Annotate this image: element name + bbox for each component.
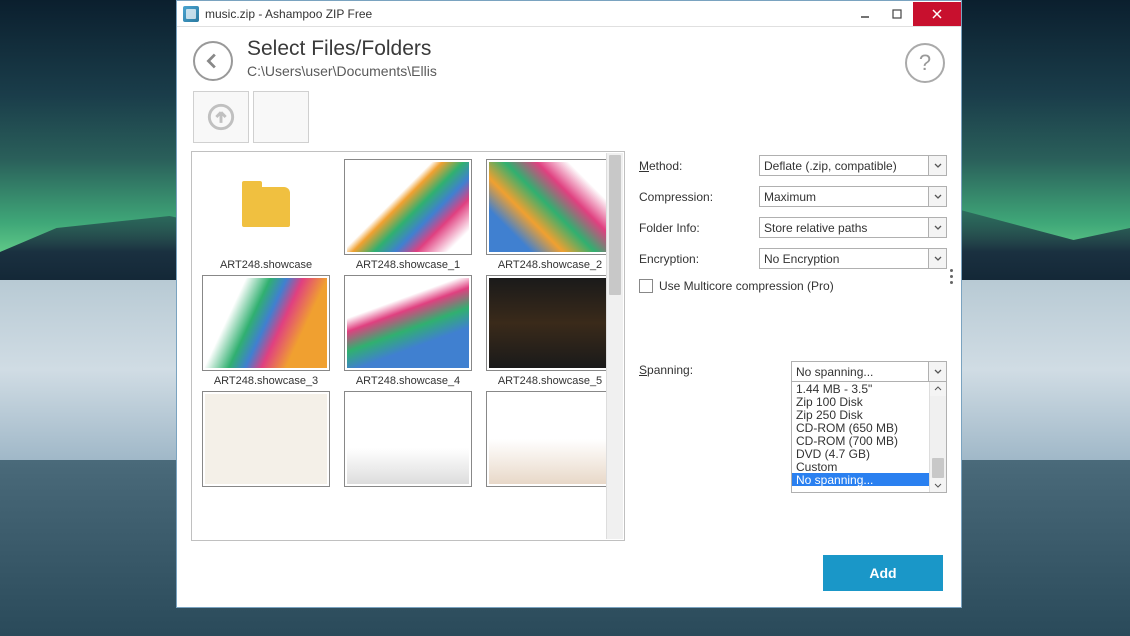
thumbnail: [344, 275, 472, 371]
spanning-label: Spanning:: [639, 361, 791, 493]
folderinfo-select[interactable]: Store relative paths: [759, 217, 947, 238]
grid-view-button[interactable]: [253, 91, 309, 143]
chevron-down-icon: [928, 249, 946, 268]
encryption-select[interactable]: No Encryption: [759, 248, 947, 269]
scroll-thumb[interactable]: [609, 155, 621, 295]
app-icon: [183, 6, 199, 22]
thumbnail-image: [347, 162, 469, 252]
method-value: Deflate (.zip, compatible): [764, 159, 897, 173]
spanning-option[interactable]: CD-ROM (650 MB): [792, 421, 929, 434]
folderinfo-label: Folder Info:: [639, 221, 759, 235]
spanning-option[interactable]: Custom: [792, 460, 929, 473]
spanning-option[interactable]: CD-ROM (700 MB): [792, 434, 929, 447]
thumbnail: [486, 159, 614, 255]
spanning-select[interactable]: No spanning...: [791, 361, 947, 382]
spanning-value: No spanning...: [796, 365, 873, 379]
scroll-down-icon[interactable]: [930, 478, 946, 492]
file-label: ART248.showcase_1: [356, 259, 460, 271]
file-item[interactable]: ART248.showcase_5: [481, 275, 619, 387]
chevron-down-icon: [928, 362, 946, 381]
spanning-option[interactable]: No spanning...: [792, 473, 929, 486]
method-select[interactable]: Deflate (.zip, compatible): [759, 155, 947, 176]
thumbnail: [344, 391, 472, 487]
encryption-value: No Encryption: [764, 252, 839, 266]
file-label: ART248.showcase_2: [498, 259, 602, 271]
thumbnail-image: [205, 394, 327, 484]
more-menu-icon[interactable]: [950, 269, 953, 284]
thumbnail-image: [489, 394, 611, 484]
help-button[interactable]: ?: [905, 43, 945, 83]
thumbnail-image: [347, 278, 469, 368]
folder-icon: [242, 187, 290, 227]
add-button[interactable]: Add: [823, 555, 943, 591]
page-title: Select Files/Folders: [247, 37, 891, 61]
window-title: music.zip - Ashampoo ZIP Free: [205, 7, 849, 21]
file-label: ART248.showcase: [220, 259, 312, 271]
thumbnail-image: [205, 278, 327, 368]
file-item[interactable]: ART248.showcase_1: [339, 159, 477, 271]
file-item[interactable]: ART248.showcase_2: [481, 159, 619, 271]
thumbnail: [202, 159, 330, 255]
file-label: ART248.showcase_4: [356, 375, 460, 387]
titlebar[interactable]: music.zip - Ashampoo ZIP Free: [177, 1, 961, 27]
chevron-down-icon: [928, 218, 946, 237]
compression-select[interactable]: Maximum: [759, 186, 947, 207]
file-scrollbar[interactable]: [606, 153, 623, 539]
file-item[interactable]: ART248.showcase_4: [339, 275, 477, 387]
listbox-scrollbar[interactable]: [929, 382, 946, 492]
thumbnail-image: [489, 278, 611, 368]
chevron-down-icon: [928, 187, 946, 206]
spanning-option[interactable]: 1.44 MB - 3.5": [792, 382, 929, 395]
back-button[interactable]: [193, 41, 233, 81]
spanning-option[interactable]: Zip 250 Disk: [792, 408, 929, 421]
thumbnail: [486, 391, 614, 487]
chevron-down-icon: [928, 156, 946, 175]
compression-label: Compression:: [639, 190, 759, 204]
file-item[interactable]: [197, 391, 335, 487]
close-button[interactable]: [913, 2, 961, 26]
method-label: Method:: [639, 159, 759, 173]
compression-value: Maximum: [764, 190, 816, 204]
multicore-label: Use Multicore compression (Pro): [659, 279, 834, 293]
file-item[interactable]: [481, 391, 619, 487]
folderinfo-value: Store relative paths: [764, 221, 867, 235]
multicore-checkbox[interactable]: [639, 279, 653, 293]
thumbnail: [202, 391, 330, 487]
scroll-up-icon[interactable]: [930, 382, 946, 396]
go-up-button[interactable]: [193, 91, 249, 143]
thumbnail: [202, 275, 330, 371]
add-label: Add: [869, 565, 896, 581]
spanning-option[interactable]: DVD (4.7 GB): [792, 447, 929, 460]
maximize-button[interactable]: [881, 2, 913, 26]
options-panel: Method: Deflate (.zip, compatible) Compr…: [639, 151, 947, 541]
app-window: music.zip - Ashampoo ZIP Free Select Fil…: [176, 0, 962, 608]
file-browser: ART248.showcase ART248.showcase_1 ART248.s…: [191, 151, 625, 541]
thumbnail: [344, 159, 472, 255]
file-item[interactable]: [339, 391, 477, 487]
thumbnail-image: [489, 162, 611, 252]
file-label: ART248.showcase_3: [214, 375, 318, 387]
file-item[interactable]: ART248.showcase: [197, 159, 335, 271]
minimize-button[interactable]: [849, 2, 881, 26]
scroll-thumb[interactable]: [932, 458, 944, 478]
current-path: C:\Users\user\Documents\Ellis: [247, 63, 891, 79]
spanning-option[interactable]: Zip 100 Disk: [792, 395, 929, 408]
encryption-label: Encryption:: [639, 252, 759, 266]
file-label: ART248.showcase_5: [498, 375, 602, 387]
file-item[interactable]: ART248.showcase_3: [197, 275, 335, 387]
thumbnail-image: [347, 394, 469, 484]
spanning-listbox[interactable]: 1.44 MB - 3.5"Zip 100 DiskZip 250 DiskCD…: [791, 381, 947, 493]
thumbnail: [486, 275, 614, 371]
